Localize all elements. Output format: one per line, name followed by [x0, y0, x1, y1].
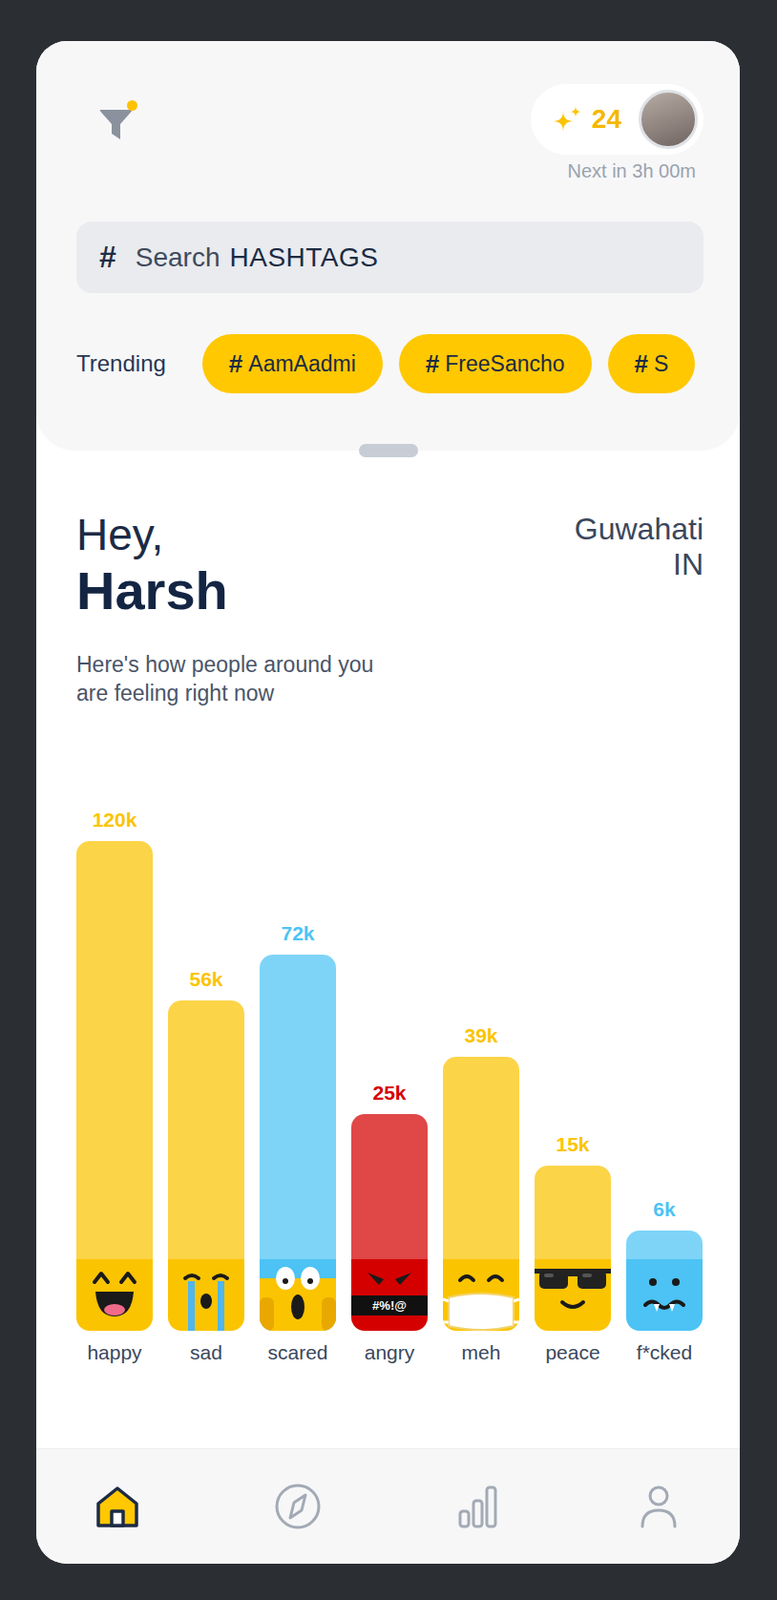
page: 24 Next in 3h 00m # Search HASHTAGS Trending #…: [0, 0, 777, 1600]
subtitle: Here's how people around youare feeling …: [76, 650, 704, 708]
sad-face-icon: [168, 1259, 245, 1331]
hashtag-label: FreeSancho: [444, 351, 565, 378]
search-placeholder-emphasis: HASHTAGS: [230, 242, 379, 273]
nav-button[interactable]: [272, 1480, 324, 1533]
avatar[interactable]: [638, 89, 698, 149]
nav-button[interactable]: [632, 1480, 685, 1533]
hash-icon: #: [99, 239, 117, 275]
mood-column: 56k sad: [168, 966, 245, 1365]
peace-face-icon: [534, 1259, 611, 1331]
sick-face-icon: [626, 1259, 703, 1331]
bar-fill: [442, 1056, 520, 1260]
phone-screen: 24 Next in 3h 00m # Search HASHTAGS Trending #…: [36, 41, 740, 1564]
hashtag-chip[interactable]: #S: [608, 334, 696, 394]
mood-label: happy: [86, 1340, 142, 1365]
bar-fill: [259, 954, 336, 1260]
mood-column: 6k f*cked: [626, 1197, 703, 1365]
mood-chart: 120k happy 56k sad 72k scared 25k #%!@ angry 39k m…: [76, 807, 704, 1365]
hashtag-prefix: #: [229, 349, 243, 379]
hashtag-prefix: #: [634, 349, 649, 379]
nav-button[interactable]: [91, 1480, 144, 1533]
credits-count: 24: [591, 104, 622, 135]
mood-label: meh: [462, 1340, 502, 1365]
greeting: Hey,Harsh: [76, 509, 229, 622]
mood-label: f*cked: [636, 1340, 693, 1365]
mood-count: 39k: [463, 1023, 498, 1048]
user-name: Harsh: [76, 560, 229, 622]
mood-column: 15k peace: [534, 1132, 611, 1365]
hashtag-chip[interactable]: #FreeSancho: [399, 334, 592, 394]
profile-icon: [632, 1480, 685, 1533]
meh-face-icon: [442, 1259, 520, 1331]
sparkles-icon: [551, 105, 583, 134]
trending-tags: #AamAadmi#FreeSancho#S: [202, 334, 696, 394]
hashtag-label: S: [653, 351, 669, 378]
next-credit-time: Next in 3h 00m: [567, 160, 696, 183]
bar-fill: [76, 840, 153, 1260]
mood-count: 25k: [372, 1080, 406, 1105]
svg-text:#%!@: #%!@: [372, 1298, 407, 1313]
happy-face-icon: [76, 1259, 153, 1331]
mood-count: 6k: [652, 1197, 675, 1221]
stats-icon: [452, 1480, 504, 1533]
trending-label: Trending: [76, 350, 167, 378]
scared-face-icon: [259, 1259, 336, 1331]
bottom-nav: [36, 1448, 740, 1564]
top-panel: 24 Next in 3h 00m # Search HASHTAGS Trending #…: [36, 41, 740, 451]
bar-fill: [351, 1113, 428, 1260]
mood-bar[interactable]: [259, 954, 336, 1331]
mood-label: scared: [267, 1340, 328, 1365]
mood-bar[interactable]: [534, 1165, 611, 1331]
bar-fill: [534, 1165, 611, 1260]
filter-button[interactable]: [95, 103, 138, 146]
explore-icon: [272, 1480, 324, 1533]
mood-label: sad: [189, 1340, 223, 1365]
nav-button[interactable]: [452, 1480, 504, 1533]
mood-label: peace: [545, 1340, 600, 1365]
hashtag-prefix: #: [425, 349, 440, 379]
mood-section: Hey,Harsh GuwahatiIN Here's how people aro…: [36, 450, 740, 1449]
credits-pill[interactable]: 24: [530, 84, 704, 155]
salutation: Hey,: [76, 509, 229, 561]
location: GuwahatiIN: [574, 511, 704, 583]
mood-bar[interactable]: #%!@: [351, 1113, 428, 1331]
search-placeholder: Search: [135, 242, 221, 273]
mood-count: 15k: [555, 1132, 589, 1156]
hashtag-label: AamAadmi: [248, 351, 356, 378]
angry-face-icon: #%!@: [351, 1259, 428, 1331]
mood-count: 120k: [92, 807, 138, 832]
filter-active-dot: [126, 100, 138, 111]
mood-bar[interactable]: [168, 1000, 245, 1331]
mood-column: 120k happy: [76, 807, 153, 1365]
bar-fill: [168, 1000, 245, 1260]
drag-handle[interactable]: [358, 443, 419, 458]
mood-count: 72k: [280, 921, 315, 945]
country: IN: [672, 546, 704, 583]
mood-bar[interactable]: [626, 1230, 703, 1331]
mood-bar[interactable]: [76, 840, 153, 1331]
mood-column: 25k #%!@ angry: [351, 1080, 428, 1365]
mood-column: 72k scared: [259, 921, 336, 1365]
mood-count: 56k: [189, 966, 223, 991]
bar-fill: [626, 1230, 703, 1260]
search-field[interactable]: # Search HASHTAGS: [76, 221, 704, 294]
mood-bar[interactable]: [442, 1056, 520, 1331]
home-icon: [91, 1480, 144, 1533]
hashtag-chip[interactable]: #AamAadmi: [202, 334, 383, 394]
subtitle-line: Here's how people around you: [76, 650, 704, 679]
credits: 24 Next in 3h 00m: [530, 84, 704, 183]
trending-row: Trending#AamAadmi#FreeSancho#S: [76, 334, 740, 394]
mood-column: 39k meh: [442, 1023, 520, 1365]
mood-label: angry: [364, 1340, 416, 1365]
top-row: 24 Next in 3h 00m: [76, 84, 704, 183]
city: Guwahati: [574, 511, 704, 547]
greeting-row: Hey,Harsh GuwahatiIN: [76, 509, 704, 622]
subtitle-line: are feeling right now: [76, 678, 704, 708]
